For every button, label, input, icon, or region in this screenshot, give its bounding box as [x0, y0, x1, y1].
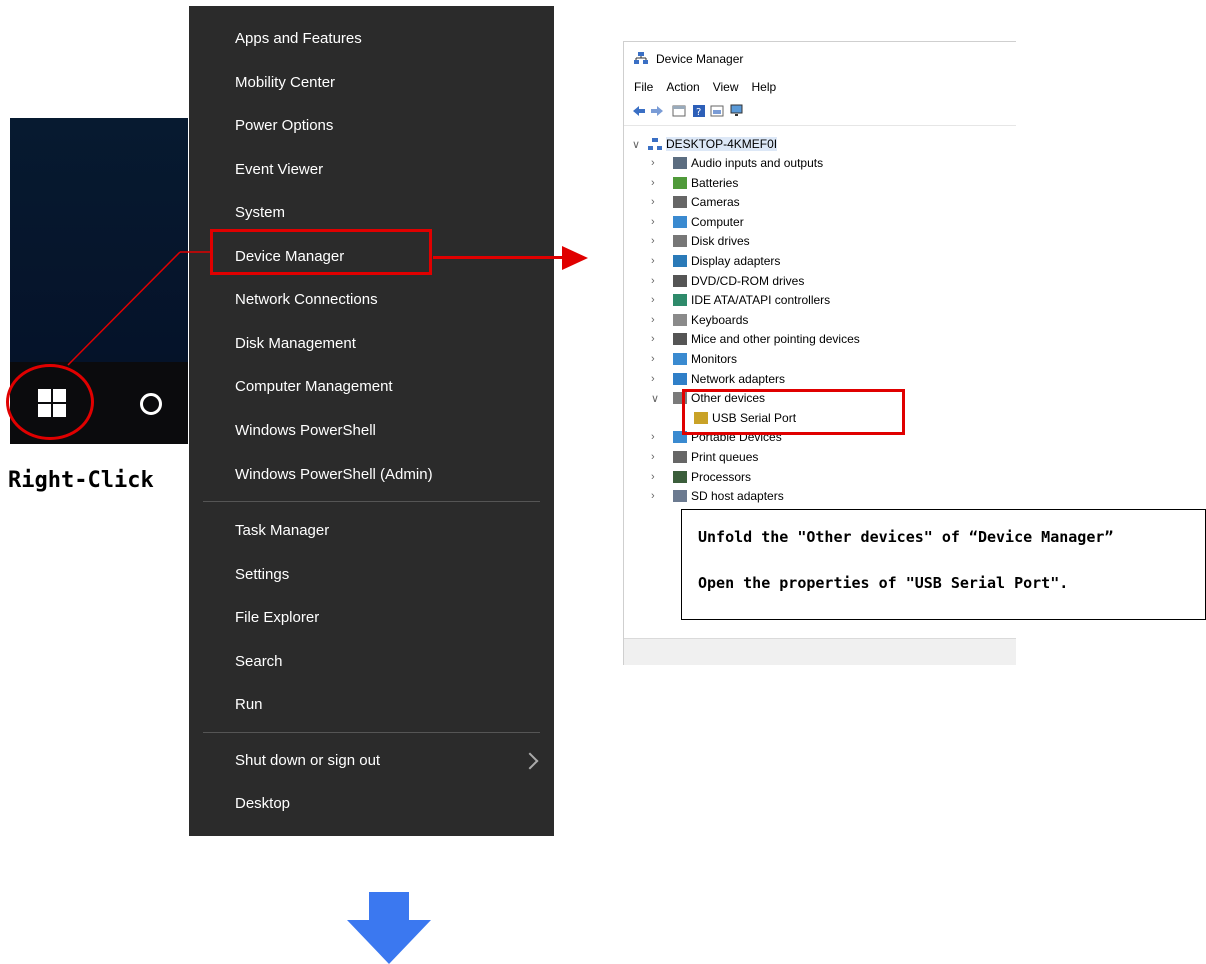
properties-icon[interactable] [672, 104, 686, 118]
tree-item-label: Audio inputs and outputs [691, 156, 824, 170]
expand-chevron-icon[interactable]: › [651, 275, 655, 287]
expand-chevron-icon[interactable]: › [651, 196, 655, 208]
device-category-icon [673, 353, 687, 365]
expand-chevron-icon[interactable]: › [651, 216, 655, 228]
menu-bar: File Action View Help [634, 80, 789, 94]
expand-chevron-icon[interactable]: › [651, 314, 655, 326]
tree-item-label: Computer [691, 214, 744, 229]
device-category-icon [673, 490, 687, 503]
svg-text:?: ? [696, 107, 701, 118]
device-category-icon [673, 157, 687, 169]
expand-chevron-icon[interactable]: › [651, 471, 655, 483]
menu-view[interactable]: View [713, 80, 739, 94]
menu-action[interactable]: Action [666, 80, 699, 94]
tree-item-label: DVD/CD-ROM drives [691, 273, 805, 288]
tree-item-label: Print queues [691, 450, 759, 464]
computer-network-icon [648, 138, 662, 150]
tree-item-label: Display adapters [691, 254, 781, 268]
expand-chevron-icon[interactable]: › [651, 333, 655, 345]
arrow-shaft [433, 256, 563, 259]
device-category-icon [673, 313, 687, 326]
device-category-icon [673, 176, 687, 189]
status-bar [624, 638, 1016, 665]
expand-chevron-icon[interactable]: › [651, 353, 655, 365]
expand-chevron-icon[interactable]: › [651, 294, 655, 306]
device-category-icon [673, 470, 687, 483]
tree-item-label: SD host adapters [691, 489, 784, 504]
expand-chevron-icon[interactable]: › [651, 235, 655, 247]
device-category-icon [673, 333, 687, 346]
device-manager-icon [634, 52, 648, 64]
tree-item-label: Batteries [691, 175, 739, 190]
callout-line-1: Unfold the "Other devices" of “Device Ma… [698, 528, 1114, 546]
device-category-icon [673, 294, 687, 307]
device-category-icon [673, 215, 687, 228]
scan-hardware-icon[interactable] [730, 104, 744, 118]
down-arrow-icon [347, 892, 431, 964]
annotation-lines [67, 251, 1016, 510]
instruction-callout: Unfold the "Other devices" of “Device Ma… [681, 509, 1206, 620]
update-driver-icon[interactable] [710, 104, 724, 118]
expand-chevron-icon[interactable]: › [651, 431, 655, 443]
expand-chevron-icon[interactable]: › [651, 157, 655, 169]
collapse-chevron-icon[interactable]: ∨ [651, 392, 659, 405]
tree-item-label: Network adapters [691, 371, 786, 386]
tree-item-label: Cameras [691, 195, 740, 210]
expand-chevron-icon[interactable]: › [651, 177, 655, 189]
help-icon[interactable]: ? [692, 104, 706, 118]
collapse-chevron-icon[interactable]: ∨ [632, 138, 640, 151]
tree-item-label: Monitors [691, 352, 738, 366]
tree-item-label: Keyboards [691, 312, 749, 327]
expand-chevron-icon[interactable]: › [651, 373, 655, 385]
expand-chevron-icon[interactable]: › [651, 255, 655, 267]
forward-arrow-icon[interactable] [650, 104, 664, 118]
tree-item-label: IDE ATA/ATAPI controllers [691, 293, 831, 308]
expand-chevron-icon[interactable]: › [651, 451, 655, 463]
menu-file[interactable]: File [634, 80, 653, 94]
device-category-icon [673, 451, 687, 463]
device-category-icon [673, 372, 687, 385]
device-category-icon [673, 255, 687, 267]
arrow-right-icon [562, 246, 588, 270]
tree-item-label: Mice and other pointing devices [691, 332, 860, 347]
menu-help[interactable]: Help [752, 80, 777, 94]
tree-item-label: Processors [691, 469, 752, 484]
device-category-icon [673, 235, 687, 248]
expand-chevron-icon[interactable]: › [651, 490, 655, 502]
other-devices-highlight-box [682, 389, 905, 435]
window-title: Device Manager [656, 52, 744, 66]
device-category-icon [673, 196, 687, 209]
device-category-icon [673, 274, 687, 287]
start-to-menu-line [67, 251, 181, 366]
computer-name: DESKTOP-4KMEF0I [666, 137, 778, 151]
toolbar-divider [624, 125, 1016, 126]
tree-item-label: Disk drives [691, 234, 750, 249]
back-arrow-icon[interactable] [632, 104, 646, 118]
callout-line-2: Open the properties of "USB Serial Port"… [698, 574, 1069, 592]
